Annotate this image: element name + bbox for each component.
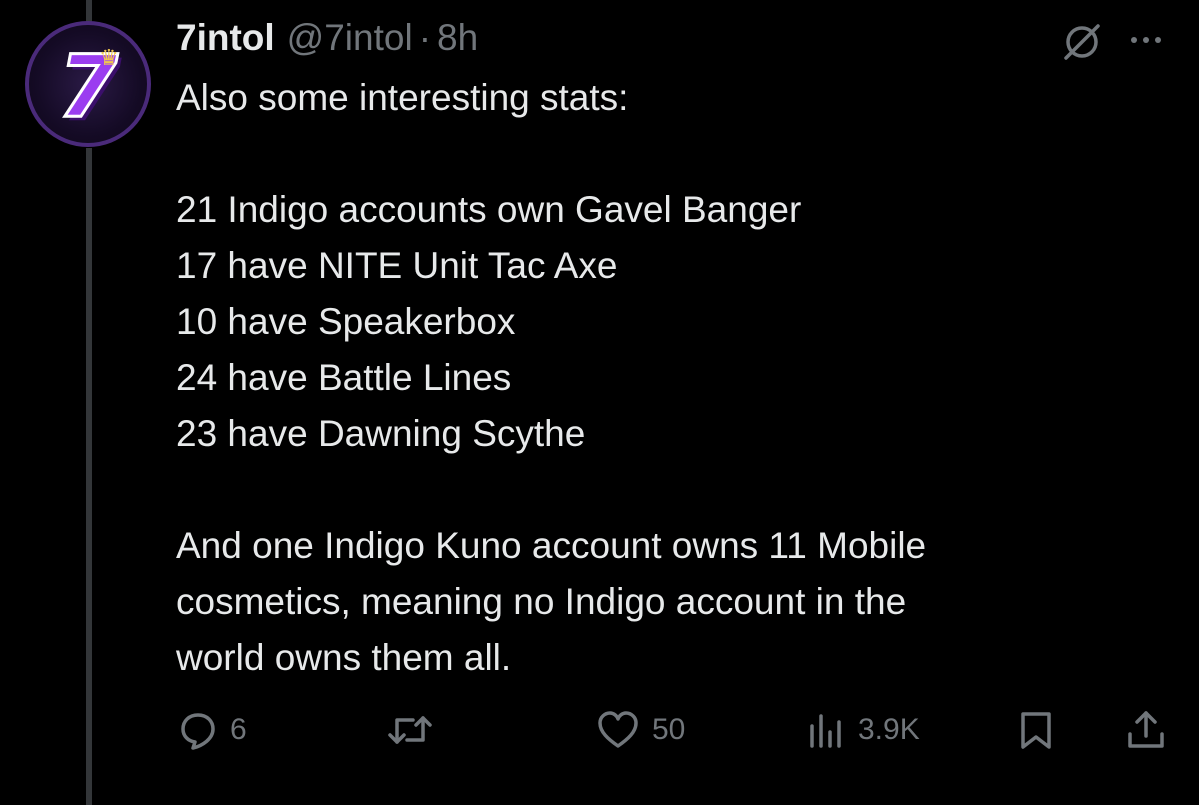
tweet-line: 17 have NITE Unit Tac Axe <box>176 245 618 286</box>
heart-icon <box>598 711 638 748</box>
reply-count: 6 <box>230 713 247 746</box>
share-button[interactable] <box>1124 700 1168 760</box>
tweet-line: 24 have Battle Lines <box>176 357 512 398</box>
tweet-line: And one Indigo Kuno account owns 11 Mobi… <box>176 525 927 566</box>
tweet-text: Also some interesting stats: 21 Indigo a… <box>176 70 1136 686</box>
more-icon[interactable] <box>1122 20 1170 60</box>
views-icon <box>810 714 841 748</box>
tweet-line: 21 Indigo accounts own Gavel Banger <box>176 189 802 230</box>
like-count: 50 <box>652 713 686 746</box>
tweet-line: cosmetics, meaning no Indigo account in … <box>176 581 907 622</box>
retweet-button[interactable] <box>385 700 435 760</box>
timestamp[interactable]: 8h <box>437 17 478 59</box>
bookmark-button[interactable] <box>1014 700 1058 760</box>
display-name[interactable]: 7intol <box>176 17 275 59</box>
tweet-line: 10 have Speakerbox <box>176 301 516 342</box>
tweet-line: 23 have Dawning Scythe <box>176 413 586 454</box>
tweet-line: world owns them all. <box>176 637 512 678</box>
action-bar: 6 50 3.9K <box>0 700 1199 760</box>
user-handle[interactable]: @7intol <box>287 17 413 59</box>
thread-line-top <box>86 0 92 22</box>
tweet-header: 7intol @7intol · 8h <box>176 16 478 60</box>
like-button[interactable]: 50 <box>594 700 685 760</box>
reply-icon <box>181 713 215 750</box>
avatar[interactable]: 7 ♛ <box>25 21 151 147</box>
bookmark-icon <box>1021 712 1051 749</box>
reply-button[interactable]: 6 <box>176 700 247 760</box>
views-button[interactable]: 3.9K <box>804 700 920 760</box>
separator-dot: · <box>418 17 432 58</box>
tweet-line: Also some interesting stats: <box>176 77 629 118</box>
grok-icon[interactable] <box>1058 18 1106 66</box>
crown-icon: ♛ <box>99 45 119 70</box>
retweet-icon <box>388 716 432 744</box>
view-count: 3.9K <box>858 713 920 746</box>
share-icon <box>1128 711 1164 748</box>
